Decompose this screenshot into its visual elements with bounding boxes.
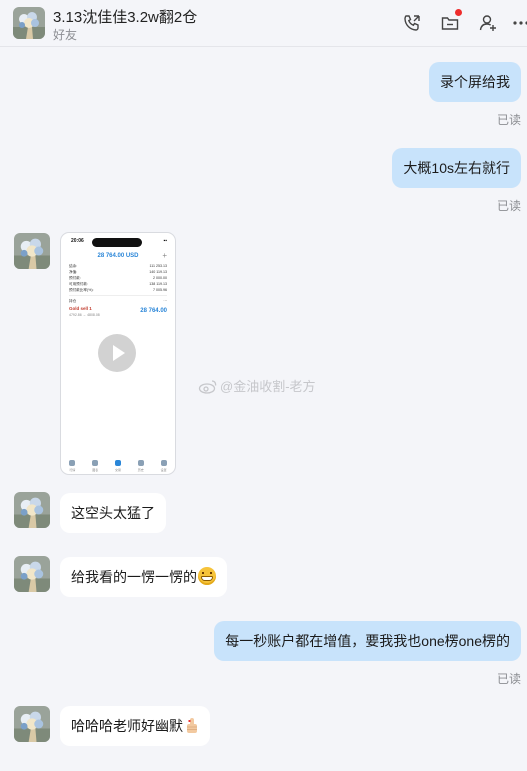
contact-avatar[interactable] — [13, 7, 45, 39]
nav-icon — [137, 460, 144, 466]
contact-avatar[interactable] — [14, 492, 50, 528]
contact-avatar[interactable] — [14, 706, 50, 742]
message-text: 给我看的一愣一愣的 — [71, 569, 197, 585]
message-text: 哈哈哈老师好幽默 — [71, 718, 183, 734]
contact-name: 3.13沈佳佳3.2w翻2仓 — [53, 9, 198, 26]
account-rows: 结余: 111 253.13 净值: 140 119.13 预付款: 2 000.00… — [69, 263, 167, 304]
nav-icon — [114, 460, 121, 466]
position-prices: 4792.86 → 4808.08 — [69, 313, 100, 317]
video-nav-labels: 行情 图表 交易 历史 设置 — [69, 468, 167, 472]
notification-dot — [455, 9, 462, 16]
nav-icon — [69, 460, 76, 466]
video-bottom-nav — [61, 460, 175, 466]
position-value: 28 764.00 — [140, 308, 167, 314]
message-bubble-outgoing[interactable]: 录个屏给我 — [429, 62, 521, 102]
read-status: 已读 — [496, 113, 521, 127]
folder-icon[interactable] — [440, 13, 460, 33]
nav-icon — [92, 460, 99, 466]
positions-header: 持仓 ··· — [69, 299, 167, 303]
message-bubble-incoming[interactable]: 这空头太猛了 — [60, 493, 166, 533]
read-status: 已读 — [496, 672, 521, 686]
chat-header: 3.13沈佳佳3.2w翻2仓 好友 — [0, 0, 527, 47]
thumbs-up-icon — [185, 717, 199, 735]
phone-notch — [92, 238, 142, 247]
play-button[interactable] — [98, 334, 136, 372]
contact-relation: 好友 — [53, 28, 78, 42]
message-bubble-outgoing[interactable]: 每一秒账户都在增值，要我我也one楞one楞的 — [214, 621, 521, 661]
video-status-time: 20:06 — [71, 238, 84, 244]
read-status: 已读 — [496, 199, 521, 213]
signal-icon: ▪▪ — [163, 238, 167, 244]
add-friend-icon[interactable] — [478, 13, 498, 33]
video-message[interactable]: 20:06 ▪▪ 28 764.00 USD + 结余: 111 253.13 净… — [60, 232, 176, 475]
plus-icon: + — [162, 251, 167, 260]
position-name: Gold sell 1 — [69, 306, 92, 311]
message-bubble-outgoing[interactable]: 大概10s左右就行 — [392, 148, 521, 188]
more-icon[interactable] — [512, 13, 527, 33]
message-bubble-incoming[interactable]: 给我看的一愣一愣的 — [60, 557, 227, 597]
contact-avatar[interactable] — [14, 233, 50, 269]
call-icon[interactable] — [402, 13, 422, 33]
weibo-icon — [198, 379, 218, 397]
grinning-face-icon — [198, 567, 216, 585]
watermark: @金油收割-老方 — [198, 376, 316, 397]
nav-icon — [160, 460, 167, 466]
account-row: 预付款比率(%): 7 005.96 — [69, 288, 167, 292]
message-bubble-incoming[interactable]: 哈哈哈老师好幽默 — [60, 706, 210, 746]
contact-avatar[interactable] — [14, 556, 50, 592]
watermark-text: @金油收割-老方 — [220, 379, 316, 394]
video-balance-amount: 28 764.00 USD — [97, 253, 139, 259]
